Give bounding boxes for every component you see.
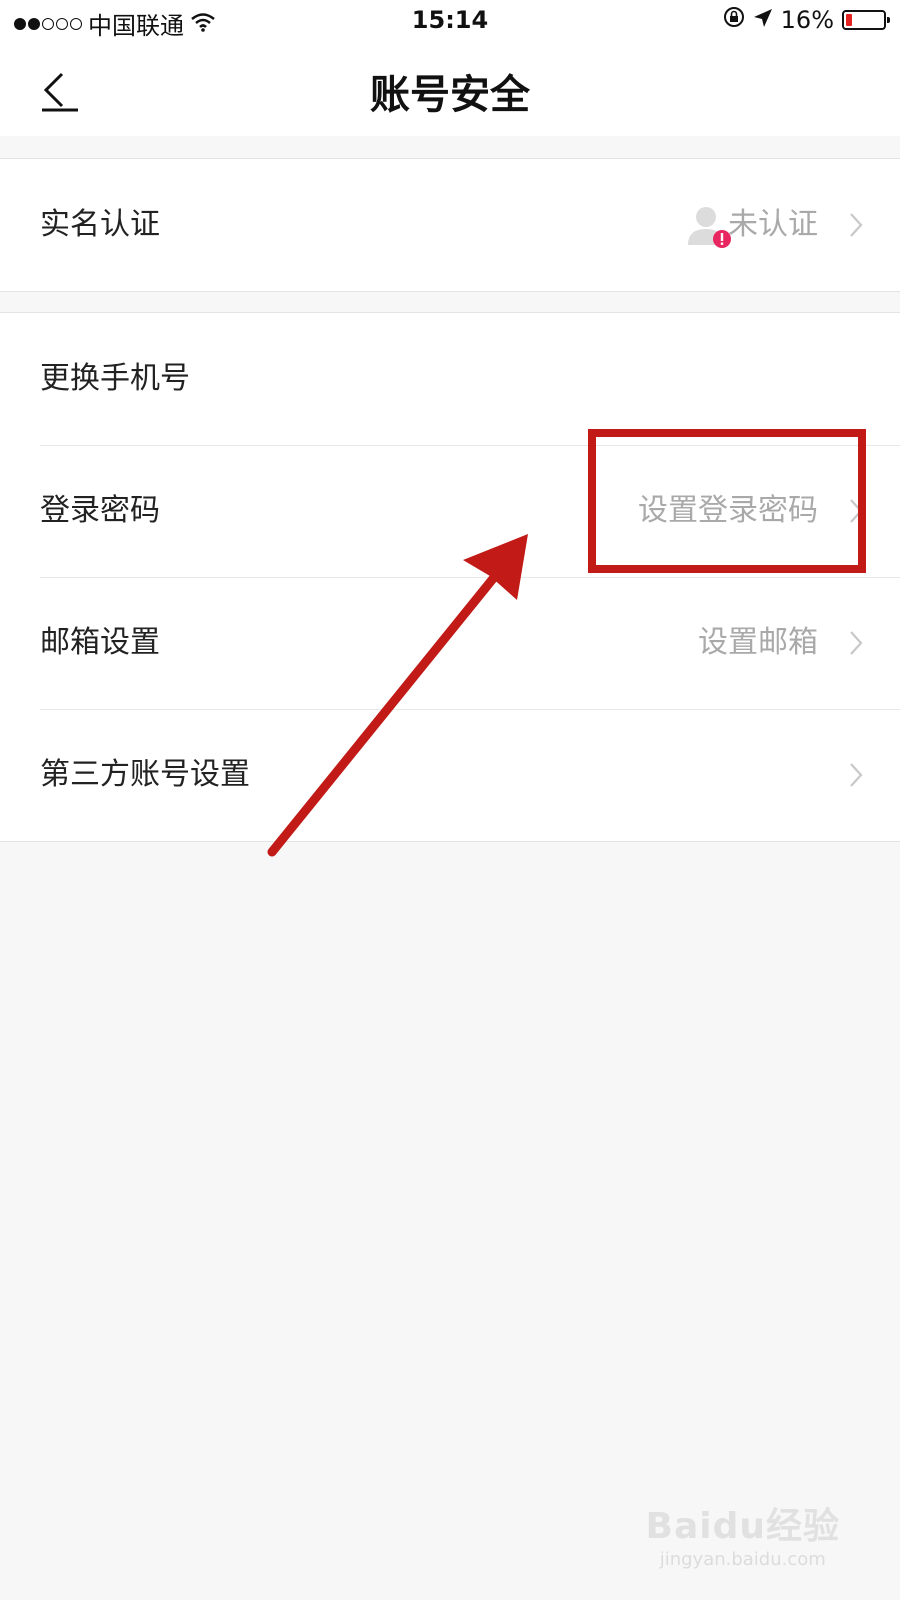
row-label: 更换手机号 — [40, 361, 190, 396]
battery-icon — [842, 10, 890, 30]
settings-group-account: 更换手机号 登录密码 设置登录密码 邮箱设置 设置邮箱 第三方账号设置 — [0, 312, 900, 842]
status-bar: 中国联通 15:14 16% — [0, 0, 900, 44]
chevron-right-icon — [850, 763, 863, 787]
chevron-right-icon — [850, 213, 863, 237]
annotation-highlight-box — [588, 429, 866, 573]
row-change-phone[interactable]: 更换手机号 — [0, 313, 900, 445]
nav-bar: 账号安全 — [0, 44, 900, 136]
user-unverified-icon — [684, 201, 734, 251]
row-real-name-verification[interactable]: 实名认证 未认证 — [0, 159, 900, 291]
orientation-lock-icon — [723, 6, 745, 34]
battery-percent: 16% — [780, 6, 834, 34]
settings-group-identity: 实名认证 未认证 — [0, 158, 900, 292]
row-third-party-accounts[interactable]: 第三方账号设置 — [0, 709, 900, 841]
row-label: 登录密码 — [40, 493, 160, 528]
row-label: 邮箱设置 — [40, 625, 160, 660]
watermark-logo: Baidu经验 jingyan.baidu.com — [646, 1497, 840, 1570]
page-title: 账号安全 — [370, 72, 530, 118]
row-email-settings[interactable]: 邮箱设置 设置邮箱 — [0, 577, 900, 709]
row-value: 未认证 — [728, 207, 818, 242]
watermark-brand: Baidu经验 — [645, 1506, 840, 1547]
row-label: 第三方账号设置 — [40, 757, 250, 792]
chevron-right-icon — [850, 631, 863, 655]
row-label: 实名认证 — [40, 207, 160, 242]
watermark-domain: jingyan.baidu.com — [659, 1549, 826, 1570]
row-value: 设置邮箱 — [698, 625, 818, 660]
location-arrow-icon — [753, 6, 773, 34]
status-right: 16% — [723, 6, 890, 34]
